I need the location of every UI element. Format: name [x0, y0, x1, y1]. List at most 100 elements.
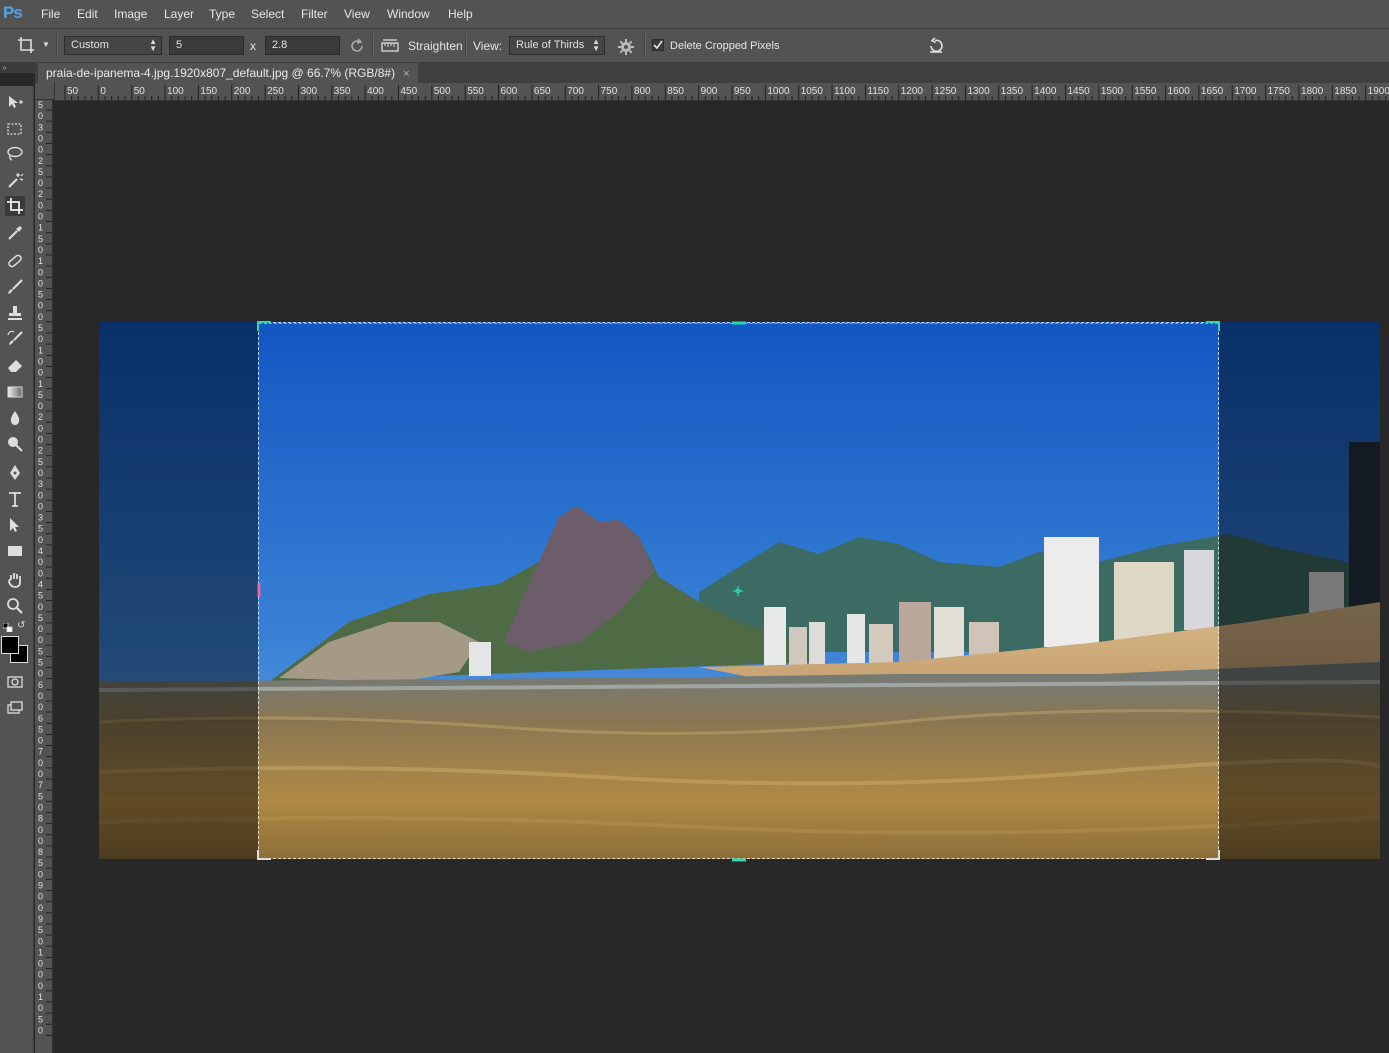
document-tab-title: praia-de-ipanema-4.jpg.1920x807_default.… — [46, 66, 396, 80]
eyedropper-tool-icon[interactable] — [5, 223, 25, 243]
ruler-label: 0 — [38, 178, 43, 188]
clone-stamp-tool-icon[interactable] — [5, 303, 25, 323]
ruler-label: 0 — [38, 758, 43, 768]
document-tab[interactable]: praia-de-ipanema-4.jpg.1920x807_default.… — [38, 63, 418, 83]
document-canvas[interactable] — [53, 101, 1389, 1053]
ruler-label: 3 — [38, 479, 43, 489]
straighten-icon[interactable] — [380, 37, 400, 55]
ruler-label: 1100 — [834, 86, 856, 97]
ruler-label: 700 — [567, 86, 584, 97]
history-brush-tool-icon[interactable] — [5, 329, 25, 349]
view-overlay-select[interactable]: Rule of Thirds ▲ ▼ — [509, 36, 605, 55]
ruler-label: 0 — [38, 635, 43, 645]
ruler-label: 5 — [38, 591, 43, 601]
ruler-label: 0 — [38, 490, 43, 500]
menu-help[interactable]: Help — [448, 7, 473, 21]
quick-mask-icon[interactable] — [5, 672, 25, 692]
ruler-label: 5 — [38, 858, 43, 868]
rectangle-tool-icon[interactable] — [5, 541, 25, 561]
ruler-label: 800 — [634, 86, 651, 97]
ruler-label: 5 — [38, 100, 43, 110]
delete-cropped-checkbox[interactable] — [652, 39, 664, 51]
hand-tool-icon[interactable] — [5, 570, 25, 590]
lasso-tool-icon[interactable] — [5, 144, 25, 164]
menu-select[interactable]: Select — [251, 7, 284, 21]
ruler-label: 5 — [38, 390, 43, 400]
select-arrows-icon: ▲ ▼ — [149, 37, 157, 53]
crop-handle-bottom-right[interactable] — [1206, 850, 1220, 860]
ruler-label: 0 — [38, 535, 43, 545]
panel-collapse-toggle[interactable]: » — [0, 63, 35, 73]
menu-layer[interactable]: Layer — [164, 7, 194, 21]
ratio-preset-select[interactable]: Custom ▲ ▼ — [64, 36, 162, 55]
gear-icon[interactable] — [617, 38, 635, 56]
horizontal-ruler[interactable]: 50 0 50 100 150 200 250 300 350 400 450 500 550 600 65… — [55, 83, 1389, 101]
ruler-label: 0 — [38, 892, 43, 902]
crop-box[interactable] — [257, 321, 1220, 862]
crop-center-icon — [733, 585, 743, 596]
ruler-label: 0 — [38, 903, 43, 913]
reset-icon[interactable] — [926, 36, 946, 56]
crop-handle-top-center[interactable] — [732, 321, 746, 331]
ruler-label: 3 — [38, 122, 43, 132]
vertical-ruler[interactable]: 5030025020015010050050100150200250300350… — [35, 100, 53, 1053]
menu-type[interactable]: Type — [209, 7, 235, 21]
menu-filter[interactable]: Filter — [301, 7, 328, 21]
ruler-label: 1500 — [1101, 86, 1124, 97]
ruler-origin[interactable] — [35, 83, 55, 100]
ruler-label: 300 — [300, 86, 317, 97]
ruler-label: 1 — [38, 379, 43, 389]
marquee-tool-icon[interactable] — [5, 119, 25, 139]
chevron-down-icon[interactable]: ▼ — [42, 40, 50, 49]
crop-handle-bottom-center[interactable] — [732, 858, 746, 862]
crop-handle-top-left[interactable] — [257, 321, 271, 331]
ruler-label: 0 — [38, 312, 43, 322]
dodge-tool-icon[interactable] — [5, 434, 25, 454]
ruler-label: 0 — [38, 1003, 43, 1013]
menu-file[interactable]: File — [41, 7, 60, 21]
move-tool-icon[interactable] — [5, 92, 25, 112]
brush-tool-icon[interactable] — [5, 277, 25, 297]
ruler-label: 5 — [38, 1014, 43, 1024]
divider — [644, 34, 646, 56]
ruler-label: 0 — [38, 557, 43, 567]
default-colors-icon[interactable] — [2, 621, 13, 633]
healing-brush-tool-icon[interactable] — [5, 251, 25, 271]
menu-view[interactable]: View — [344, 7, 370, 21]
ruler-label: 0 — [38, 702, 43, 712]
menu-window[interactable]: Window — [387, 7, 430, 21]
close-icon[interactable]: × — [403, 68, 409, 80]
swap-colors-icon[interactable]: ↺ — [17, 621, 27, 631]
ruler-label: 650 — [534, 86, 551, 97]
foreground-color-swatch[interactable] — [1, 636, 19, 654]
crop-handle-left-center[interactable] — [257, 583, 261, 597]
crop-handle-top-right[interactable] — [1206, 321, 1220, 331]
options-bar: ▼ Custom ▲ ▼ 5 x 2.8 Straighten View: Rul… — [0, 29, 1389, 63]
magic-wand-tool-icon[interactable] — [5, 170, 25, 190]
width-input[interactable]: 5 — [169, 36, 244, 55]
eraser-tool-icon[interactable] — [5, 355, 25, 375]
crop-preset-icon[interactable] — [16, 35, 36, 55]
menu-edit[interactable]: Edit — [77, 7, 98, 21]
ruler-label: 0 — [38, 624, 43, 634]
path-selection-tool-icon[interactable] — [5, 515, 25, 535]
gradient-tool-icon[interactable] — [5, 382, 25, 402]
crop-handle-bottom-left[interactable] — [257, 850, 271, 860]
ruler-label: 5 — [38, 658, 43, 668]
menu-image[interactable]: Image — [114, 7, 147, 21]
screen-mode-icon[interactable] — [5, 698, 25, 718]
ruler-label: 7 — [38, 780, 43, 790]
ruler-label: 1750 — [1268, 86, 1291, 97]
crop-tool-icon[interactable] — [5, 196, 25, 216]
height-input[interactable]: 2.8 — [265, 36, 340, 55]
swap-rotate-icon[interactable] — [347, 36, 367, 56]
type-tool-icon[interactable] — [5, 489, 25, 509]
blur-tool-icon[interactable] — [5, 408, 25, 428]
ruler-label: 400 — [367, 86, 384, 97]
ruler-label: 0 — [38, 602, 43, 612]
straighten-button[interactable]: Straighten — [408, 39, 463, 53]
pen-tool-icon[interactable] — [5, 463, 25, 483]
ruler-label: 0 — [38, 959, 43, 969]
zoom-tool-icon[interactable] — [5, 596, 25, 616]
ruler-label: 5 — [38, 724, 43, 734]
